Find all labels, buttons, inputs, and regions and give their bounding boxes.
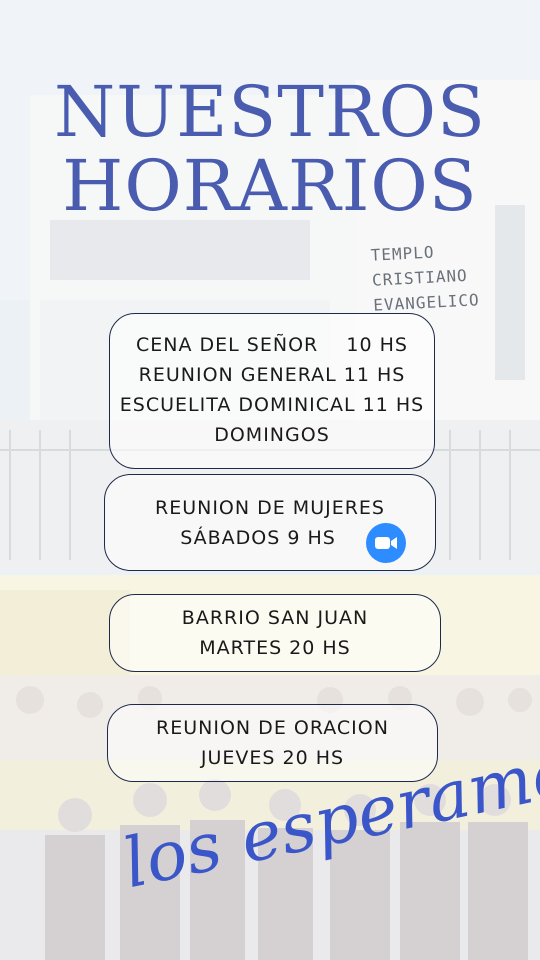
card-line: BARRIO SAN JUAN: [181, 607, 369, 629]
schedule-card-domingos: CENA DEL SEÑOR 10 HS REUNION GENERAL 11 …: [109, 313, 435, 469]
schedule-card-mujeres: REUNION DE MUJERES SÁBADOS 9 HS: [104, 474, 436, 571]
card-line: MARTES 20 HS: [199, 637, 351, 659]
zoom-video-icon[interactable]: [366, 523, 406, 563]
card-line: REUNION DE ORACION: [156, 717, 389, 739]
card-line: CENA DEL SEÑOR 10 HS: [136, 334, 408, 356]
page-title-line1: NUESTROS: [53, 71, 487, 153]
card-line: ESCUELITA DOMINICAL 11 HS: [119, 394, 425, 416]
card-line: REUNION DE MUJERES: [155, 497, 385, 519]
building-sign: TEMPLO CRISTIANO EVANGELICO: [370, 237, 480, 317]
card-line: JUEVES 20 HS: [200, 747, 345, 769]
schedule-card-barrio: BARRIO SAN JUAN MARTES 20 HS: [109, 594, 441, 672]
page-title-line2: HORARIOS: [62, 145, 478, 227]
card-line: REUNION GENERAL 11 HS: [138, 364, 406, 386]
card-line: DOMINGOS: [214, 424, 330, 446]
